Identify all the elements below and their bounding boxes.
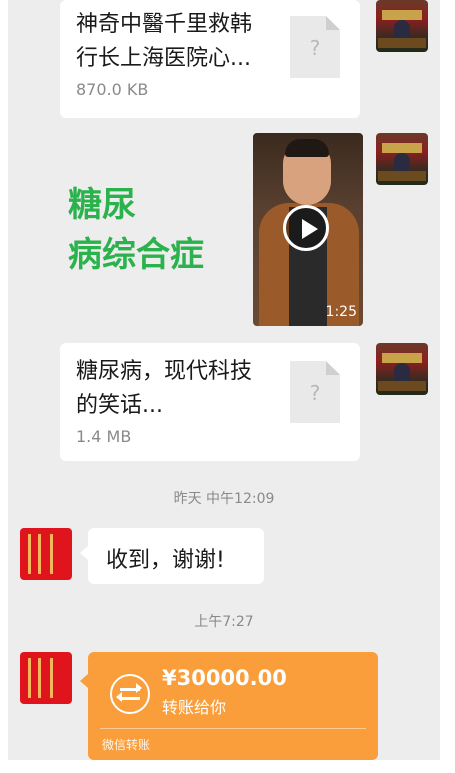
file-title-line: 的笑话... [76, 393, 163, 418]
sender-avatar[interactable] [376, 0, 428, 52]
file-question-glyph: ? [309, 381, 321, 405]
avatar-figure [394, 20, 410, 40]
transfer-caption: 转账给你 [162, 698, 227, 717]
text-message-bubble[interactable]: 收到，谢谢! [80, 528, 264, 584]
file-message-bubble[interactable]: 糖尿病，现代科技 的笑话... 1.4 MB ? [60, 343, 360, 461]
avatar-desk [378, 381, 426, 391]
avatar-stripe [28, 534, 31, 574]
avatar-banner [382, 353, 422, 363]
transfer-icon [110, 674, 150, 714]
file-size: 1.4 MB [76, 427, 132, 446]
chat-area: 神奇中醫千里救韩 行长上海医院心... 870.0 KB ? 糖尿 病综合症 1… [8, 0, 440, 760]
transfer-message[interactable]: ¥30000.00 转账给你 微信转账 [80, 652, 378, 760]
file-title: 糖尿病，现代科技 的笑话... [76, 355, 276, 423]
file-title: 神奇中醫千里救韩 行长上海医院心... [76, 8, 276, 76]
sender-avatar[interactable] [376, 343, 428, 395]
avatar-stripe [38, 658, 41, 698]
file-title-line: 行长上海医院心... [76, 46, 251, 71]
message-timestamp: 上午7:27 [194, 614, 254, 630]
bubble-tail [80, 674, 88, 688]
receiver-avatar[interactable] [20, 652, 72, 704]
overlay-line: 糖尿 [68, 185, 136, 225]
message-timestamp: 昨天 中午12:09 [173, 491, 275, 507]
video-person-hair [285, 139, 329, 157]
message-text: 收到，谢谢! [106, 548, 225, 573]
file-title-line: 糖尿病，现代科技 [76, 359, 253, 384]
file-fold [326, 361, 340, 375]
overlay-line: 病综合症 [68, 235, 204, 275]
avatar-stripe [38, 534, 41, 574]
video-overlay-text: 糖尿 病综合症 [68, 180, 204, 280]
receiver-avatar[interactable] [20, 528, 72, 580]
file-icon: ? [290, 16, 340, 78]
avatar-desk [378, 171, 426, 181]
transfer-footer: 微信转账 [102, 738, 151, 752]
video-duration: 1:25 [325, 304, 357, 320]
avatar-stripe [50, 534, 53, 574]
bubble-tail [80, 546, 88, 560]
avatar-stripe [50, 658, 53, 698]
file-title-line: 神奇中醫千里救韩 [76, 12, 253, 37]
file-message-bubble[interactable]: 神奇中醫千里救韩 行长上海医院心... 870.0 KB ? [60, 0, 360, 118]
transfer-amount: ¥30000.00 [162, 666, 287, 690]
avatar-figure [394, 363, 410, 383]
video-message[interactable]: 1:25 [253, 133, 363, 326]
avatar-banner [382, 143, 422, 153]
file-size: 870.0 KB [76, 80, 149, 99]
play-icon[interactable] [283, 205, 329, 251]
avatar-desk [378, 38, 426, 48]
avatar-stripe [28, 658, 31, 698]
file-question-glyph: ? [309, 36, 321, 60]
avatar-banner [382, 10, 422, 20]
transfer-divider [100, 728, 366, 729]
file-icon: ? [290, 361, 340, 423]
file-fold [326, 16, 340, 30]
sender-avatar[interactable] [376, 133, 428, 185]
avatar-figure [394, 153, 410, 173]
